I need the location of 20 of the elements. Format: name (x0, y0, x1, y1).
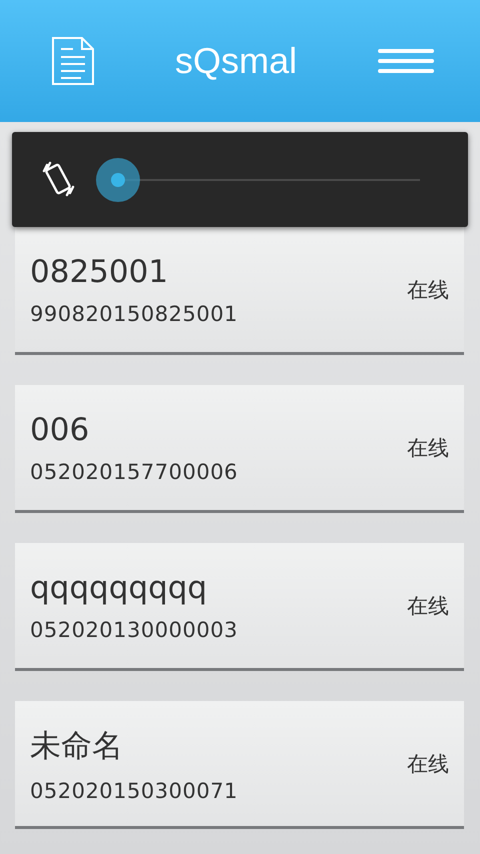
device-card[interactable]: 006 052020157700006 在线 (15, 385, 464, 510)
device-card[interactable]: qqqqqqqqq 052020130000003 在线 (15, 543, 464, 668)
app-title: sQsmal (174, 40, 297, 82)
device-id: 052020130000003 (30, 618, 238, 642)
device-id: 052020157700006 (30, 460, 238, 484)
device-id: 990820150825001 (30, 302, 238, 326)
device-name: 006 (30, 412, 90, 448)
device-status: 在线 (407, 276, 449, 304)
device-card[interactable]: 0825001 990820150825001 在线 (15, 227, 464, 352)
device-name: 0825001 (30, 254, 170, 290)
document-icon[interactable] (52, 37, 94, 85)
device-card[interactable]: 未命名 052020150300071 在线 (15, 701, 464, 826)
device-status: 在线 (407, 434, 449, 462)
device-name: 未命名 (30, 726, 124, 766)
device-name: qqqqqqqqq (30, 570, 208, 606)
device-status: 在线 (407, 750, 449, 778)
vibrate-icon (42, 160, 76, 198)
device-status: 在线 (407, 592, 449, 620)
device-id: 052020150300071 (30, 778, 238, 802)
menu-icon[interactable] (378, 48, 434, 74)
